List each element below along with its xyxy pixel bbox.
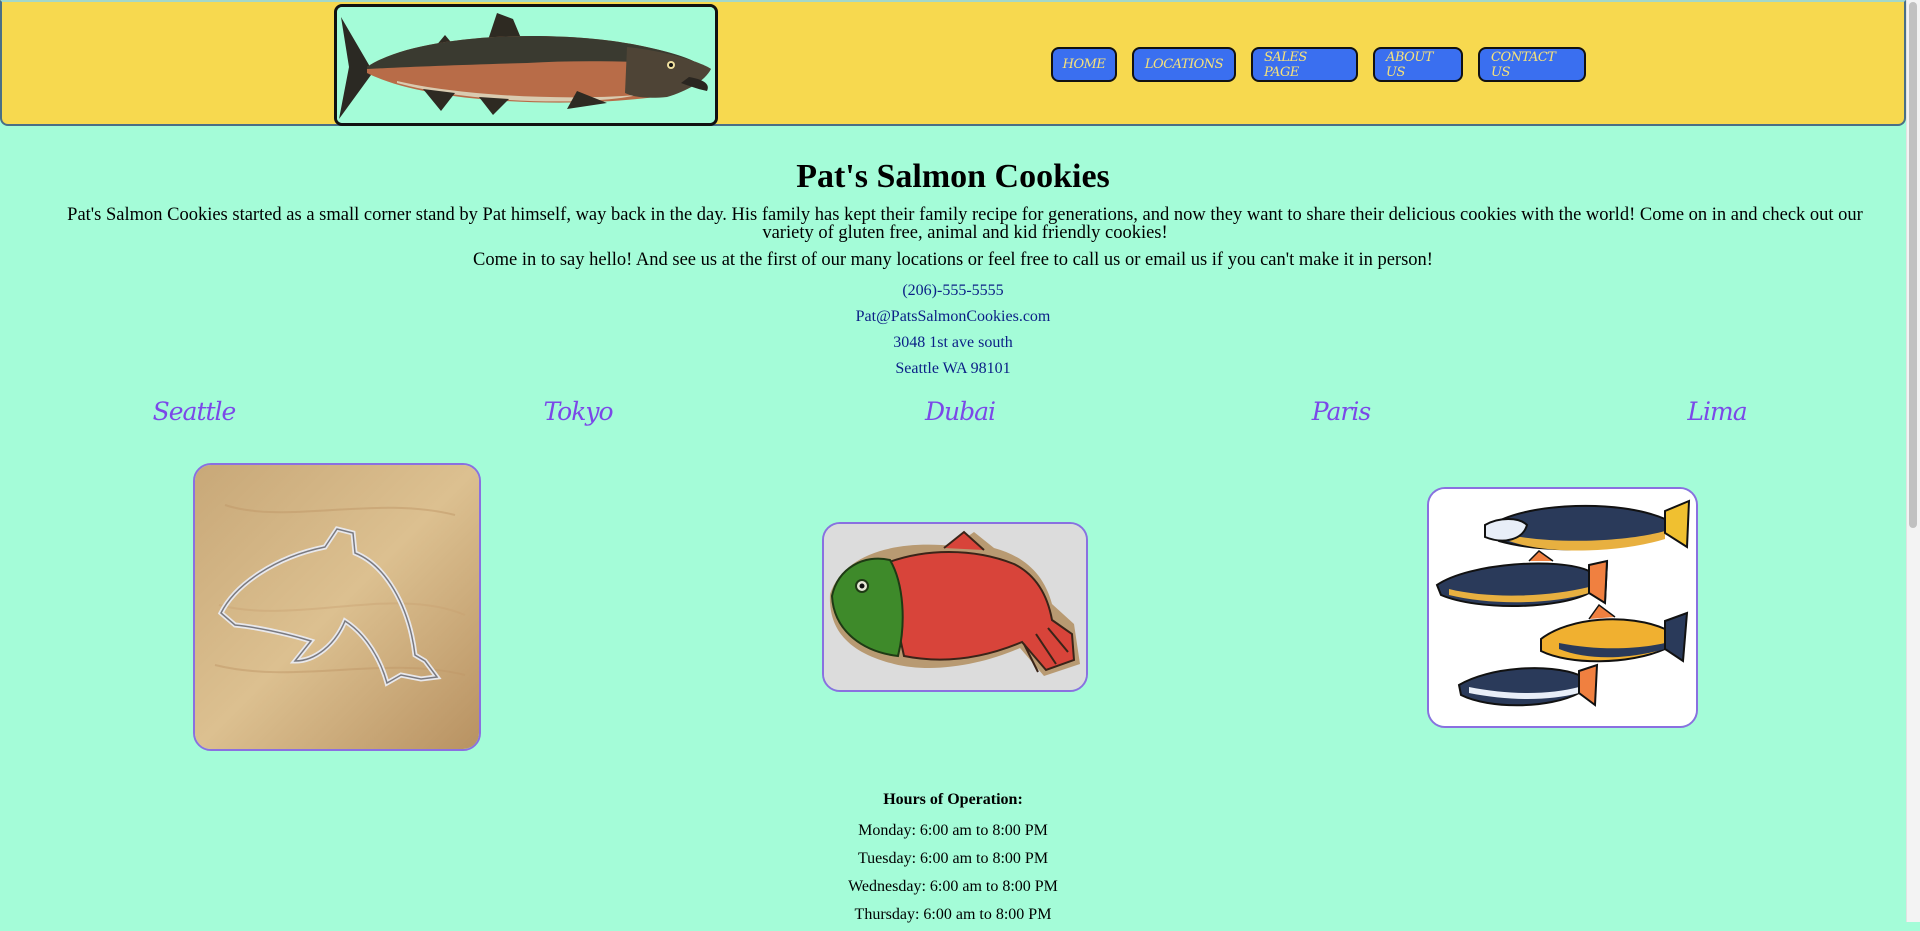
phone-number: (206)-555-5555 (902, 282, 1004, 299)
nav-sales-page-button[interactable]: SALES PAGE (1251, 47, 1358, 82)
salmon-logo[interactable] (334, 4, 718, 126)
city-paris: Paris (1311, 397, 1371, 426)
salmon-logo-icon (337, 7, 715, 123)
nav-home-button[interactable]: HOME (1051, 47, 1117, 82)
contact-info: (206)-555-5555 Pat@PatsSalmonCookies.com… (0, 280, 1906, 384)
site-header: HOME LOCATIONS SALES PAGE ABOUT US CONTA… (0, 0, 1906, 126)
page-scrollbar[interactable] (1906, 0, 1920, 922)
cookie-cutter-photo (193, 463, 481, 751)
city-address: Seattle WA 98101 (895, 360, 1011, 377)
salmon-cookie-image (824, 524, 1086, 690)
salmon-cookie-photo (822, 522, 1088, 692)
intro-paragraph: Pat's Salmon Cookies started as a small … (67, 205, 1863, 243)
page-title: Pat's Salmon Cookies (796, 158, 1110, 195)
nav-contact-us-button[interactable]: CONTACT US (1478, 47, 1586, 82)
city-tokyo: Tokyo (543, 397, 613, 426)
street-address: 3048 1st ave south (893, 334, 1013, 351)
hours-thursday: Thursday: 6:00 am to 8:00 PM (854, 906, 1052, 923)
hours-tuesday: Tuesday: 6:00 am to 8:00 PM (857, 850, 1049, 867)
hours-of-operation: Hours of Operation: Monday: 6:00 am to 8… (0, 787, 1906, 931)
city-dubai: Dubai (924, 397, 996, 426)
hours-wednesday: Wednesday: 6:00 am to 8:00 PM (848, 878, 1058, 895)
fish-cookies-image (1429, 489, 1696, 726)
city-list: Seattle Tokyo Dubai Paris Lima (0, 397, 1906, 433)
scrollbar-thumb[interactable] (1909, 2, 1917, 528)
nav-about-us-button[interactable]: ABOUT US (1373, 47, 1463, 82)
hours-title: Hours of Operation: (883, 791, 1023, 808)
city-seattle: Seattle (152, 397, 237, 426)
email-address: Pat@PatsSalmonCookies.com (855, 308, 1051, 325)
nav-locations-button[interactable]: LOCATIONS (1132, 47, 1236, 82)
invite-paragraph: Come in to say hello! And see us at the … (473, 250, 1433, 270)
fish-cookies-photo (1427, 487, 1698, 728)
hours-monday: Monday: 6:00 am to 8:00 PM (858, 822, 1048, 839)
main-nav: HOME LOCATIONS SALES PAGE ABOUT US CONTA… (1051, 47, 1586, 82)
cookie-cutter-image (195, 465, 479, 749)
city-lima: Lima (1687, 397, 1747, 426)
